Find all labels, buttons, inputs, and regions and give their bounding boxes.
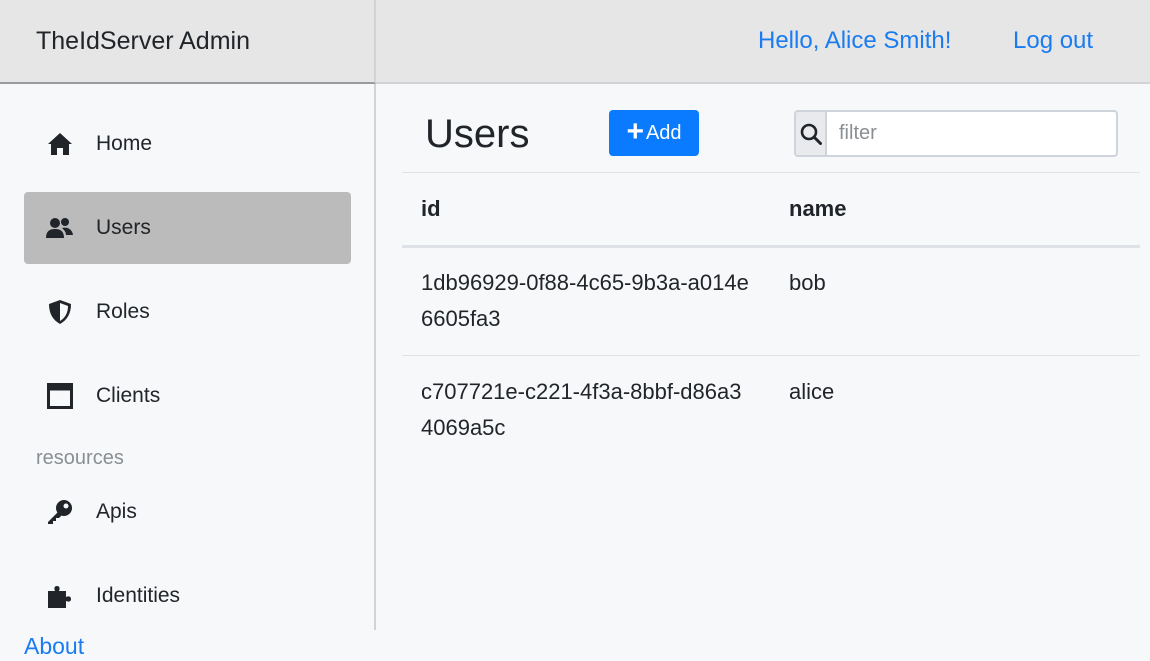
about-link[interactable]: About [24, 633, 84, 660]
sidebar-item-apis[interactable]: Apis [24, 476, 351, 548]
brand-title[interactable]: TheIdServer Admin [36, 27, 250, 56]
cell-user-id: 1db96929-0f88-4c65-9b3a-a014e6605fa3 [421, 270, 749, 331]
search-group [794, 110, 1118, 157]
logout-link[interactable]: Log out [1013, 27, 1093, 55]
top-bar: Hello, Alice Smith! Log out [376, 0, 1150, 84]
cell-user-name: alice [789, 379, 835, 404]
sidebar: Home Users Roles Clients resources Apis … [0, 84, 376, 630]
add-button-label: Add [645, 121, 682, 144]
sidebar-item-users[interactable]: Users [24, 192, 351, 264]
window-icon [46, 382, 74, 410]
users-icon [46, 214, 74, 242]
sidebar-item-label: Identities [96, 584, 181, 607]
add-user-button[interactable]: + Add [609, 110, 699, 156]
table-header-divider [402, 245, 1140, 248]
puzzle-icon [46, 582, 74, 610]
sidebar-item-identities[interactable]: Identities [24, 560, 351, 632]
column-header-name[interactable]: name [789, 196, 846, 222]
sidebar-section-resources: resources [36, 447, 124, 469]
key-icon [46, 498, 74, 526]
sidebar-item-home[interactable]: Home [24, 108, 351, 180]
table-row-divider [402, 355, 1140, 356]
filter-input[interactable] [825, 110, 1118, 157]
cell-user-name: bob [789, 270, 826, 295]
sidebar-item-label: Apis [96, 500, 137, 523]
cell-user-id: c707721e-c221-4f3a-8bbf-d86a34069a5c [421, 379, 742, 440]
sidebar-item-label: Clients [96, 384, 161, 407]
sidebar-item-label: Home [96, 132, 153, 155]
table-top-divider [402, 172, 1140, 173]
sidebar-item-label: Roles [96, 300, 150, 323]
sidebar-item-roles[interactable]: Roles [24, 276, 351, 348]
plus-icon: + [626, 114, 644, 148]
sidebar-item-clients[interactable]: Clients [24, 360, 351, 432]
sidebar-item-label: Users [96, 216, 151, 239]
shield-icon [46, 298, 74, 326]
sidebar-header: TheIdServer Admin [0, 0, 376, 84]
home-icon [46, 130, 74, 158]
column-header-id[interactable]: id [421, 196, 441, 222]
user-greeting-link[interactable]: Hello, Alice Smith! [758, 27, 951, 55]
search-icon [794, 110, 825, 157]
app-root: TheIdServer Admin Hello, Alice Smith! Lo… [0, 0, 1150, 661]
page-title: Users [425, 112, 530, 156]
